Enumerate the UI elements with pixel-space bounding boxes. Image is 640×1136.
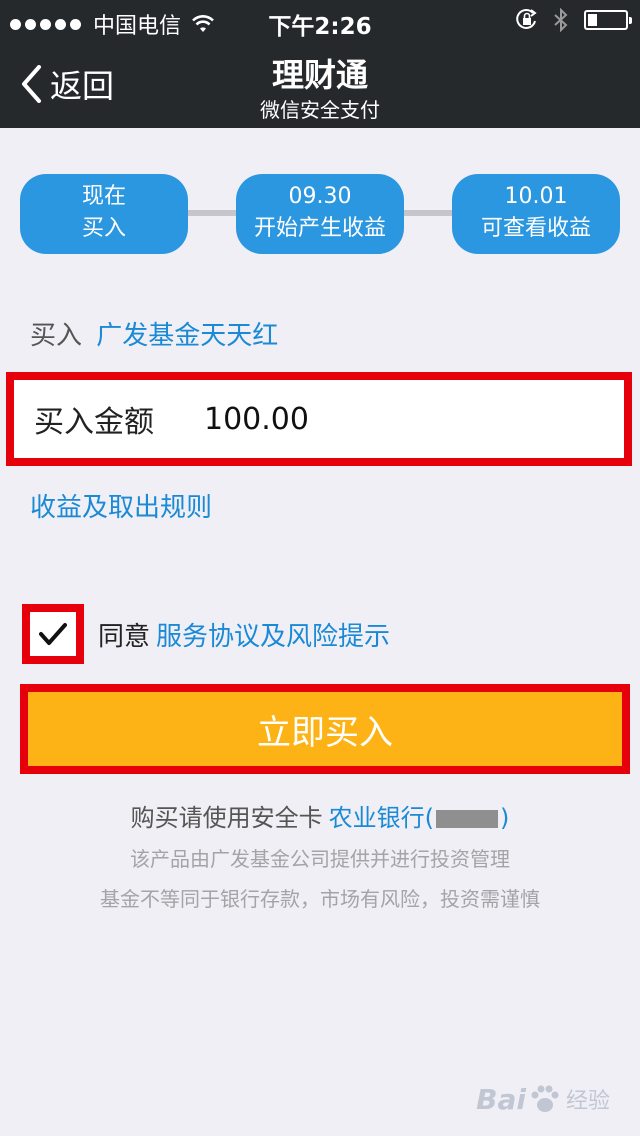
paw-icon [531,1085,559,1112]
product-prefix: 买入 [30,321,83,351]
step-label: 可查看收益 [480,216,591,241]
bank-name-link[interactable]: 农业银行() [329,804,510,832]
bank-suffix: ) [500,804,510,832]
step-buy-now: 现在 买入 [20,174,188,254]
battery-icon [584,10,632,30]
baidu-jingyan-watermark: Bai 经验 [476,1082,610,1116]
buy-now-button[interactable]: 立即买入 [20,684,630,774]
product-line: 买入 广发基金天天红 [30,318,278,354]
watermark-text-left: Bai [476,1082,526,1116]
fund-manager-info: 该产品由广发基金公司提供并进行投资管理 [130,847,510,871]
bluetooth-icon [554,8,568,32]
card-prefix: 购买请使用安全卡 [130,804,323,832]
step-label: 买入 [81,216,126,241]
rotation-lock-icon [516,8,537,29]
step-date: 10.01 [504,184,568,209]
checkmark-icon [39,623,67,645]
step-view-earnings: 10.01 可查看收益 [452,174,620,254]
status-bar: 中国电信 下午2:26 [0,0,640,40]
step-label: 开始产生收益 [253,216,386,241]
battery-level [588,14,597,26]
masked-card-number [436,810,498,828]
risk-disclaimer: 基金不等同于银行存款，市场有风险，投资需谨慎 [100,887,540,911]
amount-input[interactable]: 100.00 [204,402,309,437]
bank-name: 农业银行( [328,804,434,832]
earnings-rules-link[interactable]: 收益及取出规则 [30,490,212,526]
agree-label: 同意 [98,621,151,652]
header: 中国电信 下午2:26 返回 理财通 微信安全支付 [0,0,640,128]
amount-field[interactable]: 买入金额 100.00 [6,372,632,466]
service-agreement-link[interactable]: 服务协议及风险提示 [156,616,390,653]
agreement-row: 同意 服务协议及风险提示 [22,604,390,664]
page-subtitle: 微信安全支付 [260,98,380,122]
progress-steps: 现在 买入 09.30 开始产生收益 10.01 可查看收益 [0,174,640,254]
watermark-text-right: 经验 [565,1089,610,1114]
status-right [516,8,632,32]
step-start-earning: 09.30 开始产生收益 [236,174,404,254]
step-connector [402,210,454,216]
page-title: 理财通 [271,56,368,94]
agree-checkbox[interactable] [22,604,84,664]
step-date: 现在 [81,184,126,209]
step-connector [186,210,238,216]
bank-card-line: 购买请使用安全卡 农业银行() [0,800,640,836]
amount-label: 买入金额 [34,405,154,440]
product-name-link[interactable]: 广发基金天天红 [96,321,278,351]
step-date: 09.30 [288,184,352,209]
